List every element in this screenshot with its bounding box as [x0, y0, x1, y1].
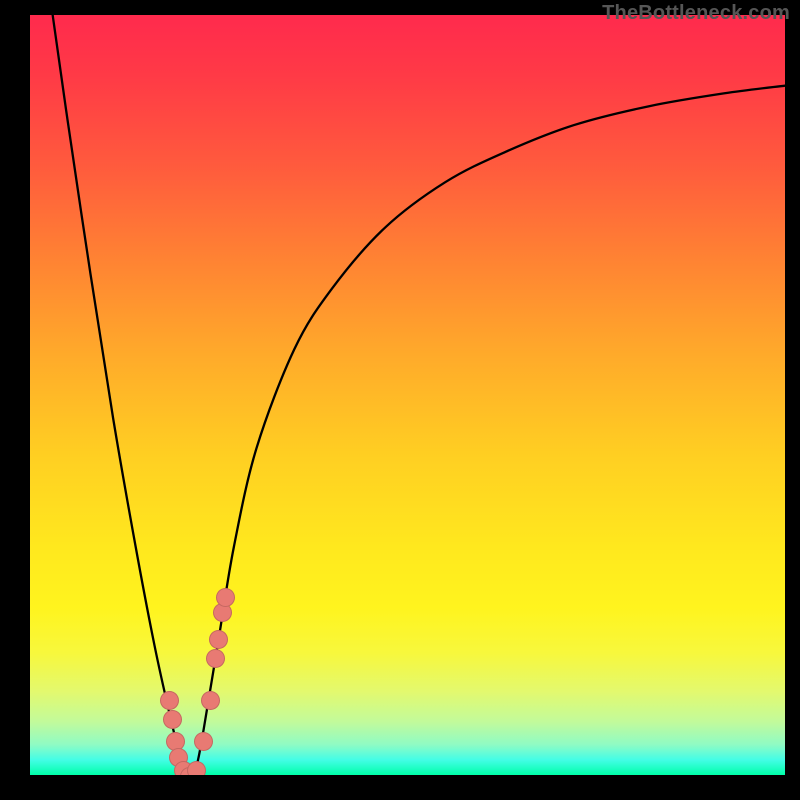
curve-path	[53, 15, 785, 775]
data-point-dot	[160, 691, 179, 710]
plot-area	[30, 15, 785, 775]
data-point-dot	[187, 761, 206, 775]
watermark-text: TheBottleneck.com	[602, 2, 790, 25]
data-point-dot	[209, 630, 228, 649]
bottleneck-curve	[30, 15, 785, 775]
chart-frame: TheBottleneck.com	[0, 0, 800, 800]
data-point-dot	[201, 691, 220, 710]
data-point-dot	[216, 588, 235, 607]
data-point-dot	[163, 710, 182, 729]
